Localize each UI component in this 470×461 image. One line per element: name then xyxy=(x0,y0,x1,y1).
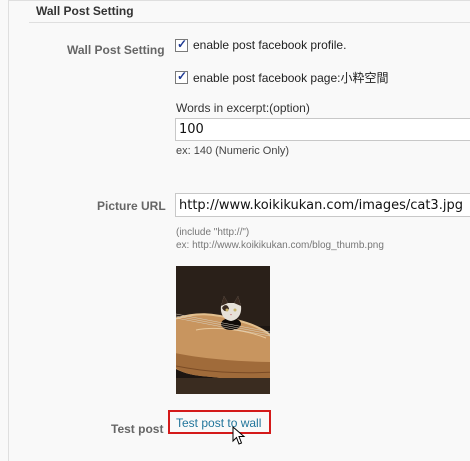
excerpt-words-input[interactable] xyxy=(175,118,470,141)
test-post-label: Test post xyxy=(111,422,164,436)
picture-url-hint-1: (include "http://") xyxy=(176,227,250,238)
wall-post-setting-label: Wall Post Setting xyxy=(67,43,165,57)
page-checkbox-label: enable post facebook page:小粋空間 xyxy=(193,71,389,85)
checkmark-icon: ✓ xyxy=(177,69,188,83)
profile-checkbox[interactable]: ✓ xyxy=(175,36,188,52)
test-post-to-wall-link[interactable]: Test post to wall xyxy=(176,416,261,430)
page-checkbox[interactable]: ✓ xyxy=(175,69,188,84)
section-divider xyxy=(29,22,470,23)
excerpt-hint: ex: 140 (Numeric Only) xyxy=(176,145,290,157)
pointer-cursor-icon xyxy=(232,426,246,445)
picture-url-label: Picture URL xyxy=(97,199,166,213)
picture-url-input[interactable] xyxy=(175,193,470,217)
excerpt-caption: Words in excerpt:(option) xyxy=(176,101,310,115)
picture-thumbnail xyxy=(176,266,270,394)
section-title: Wall Post Setting xyxy=(36,4,134,18)
cat-guitar-photo-icon xyxy=(176,266,270,394)
profile-checkbox-row[interactable]: ✓ enable post facebook profile. xyxy=(175,36,347,52)
page-checkbox-row[interactable]: ✓ enable post facebook page:小粋空間 xyxy=(175,69,388,86)
picture-url-hint-2: ex: http://www.koikikukan.com/blog_thumb… xyxy=(176,240,384,251)
checkmark-icon: ✓ xyxy=(177,36,188,51)
profile-checkbox-label: enable post facebook profile. xyxy=(193,38,347,52)
